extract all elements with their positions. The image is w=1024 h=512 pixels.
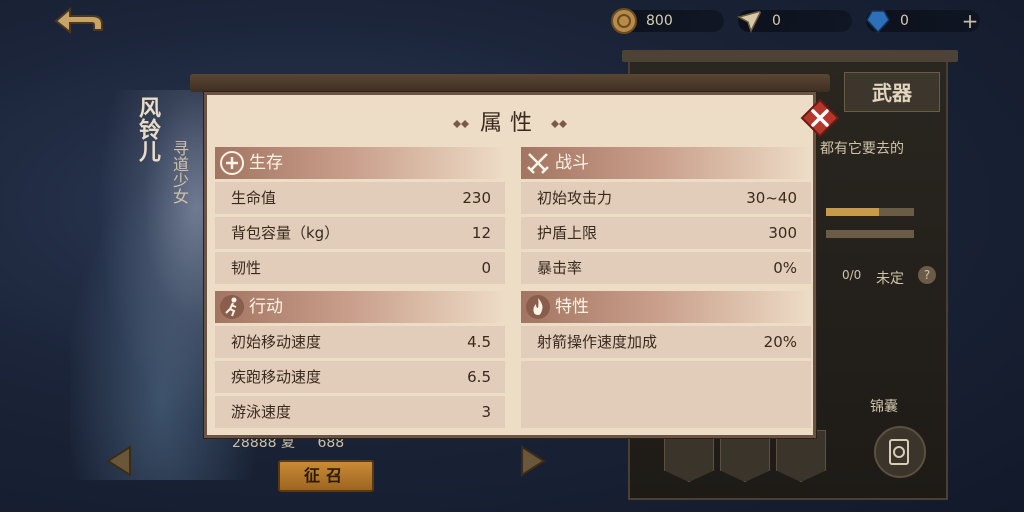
stat-label: 背包容量（kg） — [231, 224, 340, 242]
stat-row: 生命值 230 — [215, 182, 505, 214]
dialog-title-bar: 属性 — [207, 105, 813, 137]
weapon-status-label: 未定 — [876, 271, 904, 287]
flame-icon — [526, 295, 550, 319]
stat-row: 暴击率 0% — [521, 252, 811, 284]
section-header: 行动 — [215, 291, 505, 323]
section-header: 特性 — [521, 291, 811, 323]
stat-row: 射箭操作速度加成 20% — [521, 326, 811, 358]
ornament-icon — [551, 120, 567, 128]
stat-value: 20% — [763, 333, 797, 351]
paper-plane-counter: 0 — [737, 9, 852, 33]
stat-label: 初始攻击力 — [537, 189, 613, 207]
stat-label: 疾跑移动速度 — [231, 368, 322, 386]
paper-plane-icon — [737, 9, 763, 33]
summon-button[interactable]: 征召 — [278, 460, 374, 492]
card-icon — [889, 439, 909, 465]
stat-label: 暴击率 — [537, 259, 583, 277]
section-header: 生存 — [215, 147, 505, 179]
stat-row: 护盾上限 300 — [521, 217, 811, 249]
section-survival: 生存 生命值 230 背包容量（kg） 12 韧性 0 — [215, 147, 505, 284]
section-title: 行动 — [249, 297, 283, 317]
stat-value: 0% — [773, 259, 797, 277]
section-combat: 战斗 初始攻击力 30~40 护盾上限 300 暴击率 0% — [521, 147, 811, 284]
stat-label: 初始移动速度 — [231, 333, 322, 351]
brocade-button[interactable] — [874, 426, 926, 478]
stat-value: 12 — [471, 224, 491, 242]
section-title: 特性 — [555, 297, 589, 317]
help-icon[interactable]: ? — [918, 266, 936, 284]
character-title: 寻道少女 — [170, 140, 189, 204]
paper-plane-value: 0 — [772, 13, 781, 29]
weapon-status-value: 0/0 — [842, 268, 862, 282]
stat-value: 230 — [462, 189, 491, 207]
previous-arrow-icon[interactable] — [104, 444, 134, 478]
weapon-stat-bar — [826, 230, 914, 238]
dialog-roof — [190, 74, 830, 92]
weapon-description: 都有它要去的 — [820, 141, 904, 157]
section-title: 战斗 — [555, 153, 589, 173]
coin-icon — [611, 8, 637, 34]
stat-value: 4.5 — [467, 333, 491, 351]
attributes-dialog: 属性 生存 生命值 230 背包容量（kg） 12 韧性 0 战斗 初始攻击力 … — [190, 74, 830, 442]
stat-row: 游泳速度 3 — [215, 396, 505, 428]
gem-icon — [866, 10, 890, 34]
stat-row: 疾跑移动速度 6.5 — [215, 361, 505, 393]
stat-row: 韧性 0 — [215, 252, 505, 284]
add-gem-button[interactable]: + — [960, 10, 980, 32]
empty-row-area — [521, 361, 811, 428]
running-figure-icon — [220, 295, 244, 319]
weapon-stat-bar — [826, 208, 914, 216]
stat-row: 背包容量（kg） 12 — [215, 217, 505, 249]
stat-row: 初始移动速度 4.5 — [215, 326, 505, 358]
coin-counter: 800 — [611, 8, 724, 34]
next-arrow-icon[interactable] — [518, 444, 548, 478]
section-header: 战斗 — [521, 147, 811, 179]
attributes-panel: 属性 生存 生命值 230 背包容量（kg） 12 韧性 0 战斗 初始攻击力 … — [204, 92, 816, 438]
section-movement: 行动 初始移动速度 4.5 疾跑移动速度 6.5 游泳速度 3 — [215, 291, 505, 428]
stat-value: 300 — [768, 224, 797, 242]
stat-label: 生命值 — [231, 189, 277, 207]
coin-value: 800 — [646, 13, 673, 29]
panel-roof — [622, 50, 958, 62]
gem-counter: 0 + — [866, 10, 980, 34]
section-title: 生存 — [249, 153, 283, 173]
section-traits: 特性 射箭操作速度加成 20% — [521, 291, 811, 428]
stat-label: 护盾上限 — [537, 224, 598, 242]
stat-value: 6.5 — [467, 368, 491, 386]
stat-row: 初始攻击力 30~40 — [521, 182, 811, 214]
crossed-swords-icon — [527, 153, 549, 174]
plus-circle-icon — [220, 151, 244, 175]
stat-value: 3 — [481, 403, 491, 421]
close-button[interactable] — [800, 98, 840, 138]
gem-value: 0 — [900, 13, 909, 29]
stat-value: 30~40 — [746, 189, 797, 207]
back-button[interactable] — [52, 4, 106, 38]
tab-weapon[interactable]: 武器 — [844, 72, 940, 112]
back-arrow-icon — [54, 6, 103, 35]
stat-label: 游泳速度 — [231, 403, 292, 421]
stat-value: 0 — [481, 259, 491, 277]
stat-label: 射箭操作速度加成 — [537, 333, 658, 351]
stat-label: 韧性 — [231, 259, 262, 277]
character-name: 风铃儿 — [135, 96, 161, 162]
dialog-title: 属性 — [479, 111, 540, 136]
close-icon — [800, 98, 840, 138]
ornament-icon — [452, 120, 469, 128]
brocade-label: 锦囊 — [870, 399, 898, 415]
